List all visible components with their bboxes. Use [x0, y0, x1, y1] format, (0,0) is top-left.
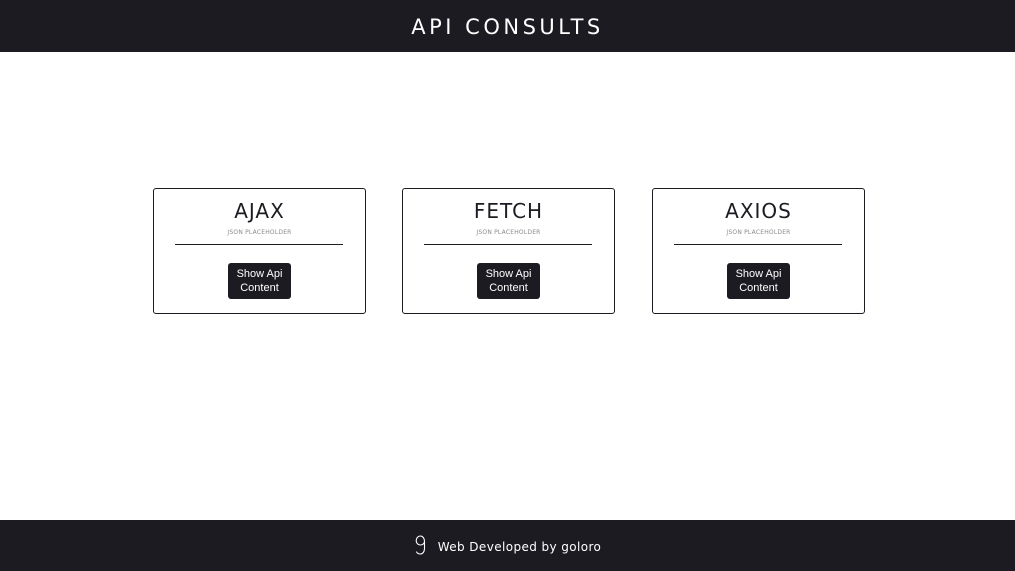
card-ajax: AJAX JSON PLACEHOLDER Show Api Content [153, 188, 366, 314]
card-divider [175, 244, 343, 245]
page-title: API CONSULTS [411, 14, 604, 39]
top-navbar: API CONSULTS [0, 0, 1015, 52]
developer-logo-icon [414, 534, 428, 556]
api-cards-container: AJAX JSON PLACEHOLDER Show Api Content F… [0, 188, 1015, 314]
show-api-content-button-axios[interactable]: Show Api Content [727, 263, 790, 299]
card-title: FETCH [473, 199, 544, 223]
card-divider [424, 244, 592, 245]
show-api-content-button-ajax[interactable]: Show Api Content [228, 263, 291, 299]
card-subtitle: JSON PLACEHOLDER [476, 229, 541, 236]
card-title: AXIOS [725, 199, 792, 223]
show-api-content-button-fetch[interactable]: Show Api Content [477, 263, 540, 299]
footer-credit: Web Developed by goloro [437, 539, 602, 554]
card-subtitle: JSON PLACEHOLDER [227, 229, 292, 236]
page: API CONSULTS AJAX JSON PLACEHOLDER Show … [0, 0, 1015, 571]
card-axios: AXIOS JSON PLACEHOLDER Show Api Content [652, 188, 865, 314]
card-subtitle: JSON PLACEHOLDER [726, 229, 791, 236]
card-fetch: FETCH JSON PLACEHOLDER Show Api Content [402, 188, 615, 314]
card-title: AJAX [234, 199, 285, 223]
card-divider [674, 244, 842, 245]
footer: Web Developed by goloro [0, 520, 1015, 571]
